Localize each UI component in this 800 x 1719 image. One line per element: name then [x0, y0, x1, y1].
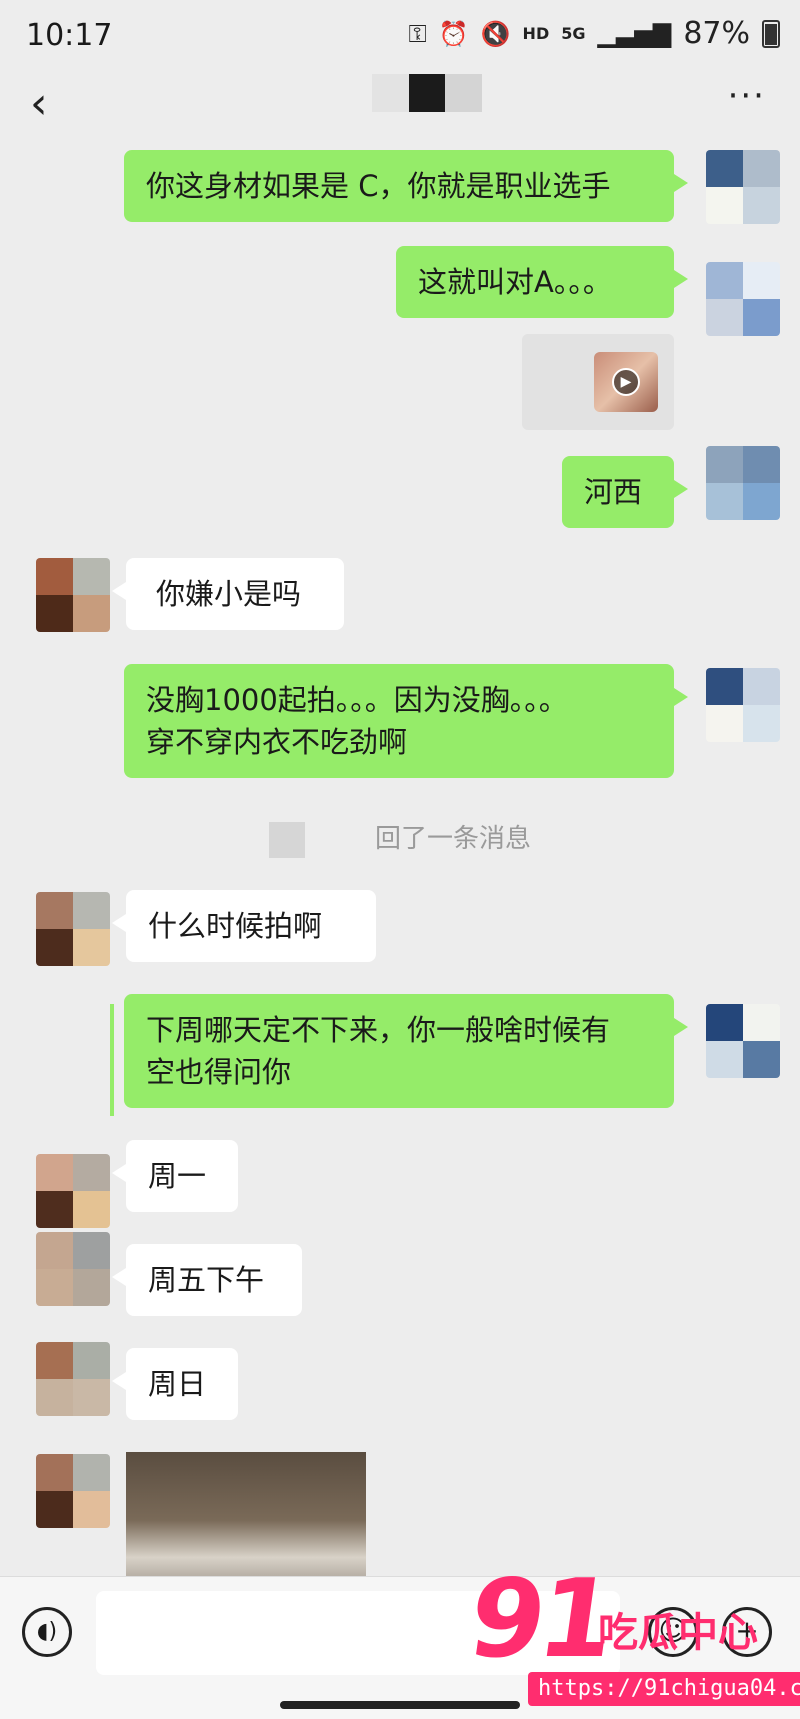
avatar[interactable] [706, 262, 780, 336]
avatar[interactable] [36, 558, 110, 632]
avatar[interactable] [706, 668, 780, 742]
status-time: 10:17 [26, 18, 113, 53]
avatar[interactable] [36, 1154, 110, 1228]
video-message[interactable]: ▶ [522, 334, 674, 430]
avatar[interactable] [36, 1454, 110, 1528]
voice-icon[interactable]: ◖) [22, 1607, 72, 1657]
message-bubble[interactable]: 周一 [112, 1140, 238, 1212]
system-message: 回了一条消息 [0, 818, 800, 858]
message-bubble[interactable]: 你这身材如果是 C，你就是职业选手 [124, 150, 688, 222]
quote-indicator [110, 1004, 114, 1116]
message-bubble[interactable]: 你嫌小是吗 [112, 558, 344, 630]
message-bubble[interactable]: 这就叫对A。。。 [396, 246, 688, 318]
chat-header: ‹ ··· [0, 70, 800, 140]
message-bubble[interactable]: 什么时候拍啊 [112, 890, 376, 962]
watermark-url: https://91chigua04.com [528, 1672, 800, 1706]
avatar[interactable] [36, 1342, 110, 1416]
home-indicator[interactable] [280, 1701, 520, 1709]
more-icon[interactable]: ··· [728, 76, 766, 116]
5g-icon: 5G [561, 24, 586, 43]
message-bubble[interactable]: 河西 [562, 456, 688, 528]
hd-icon: HD [522, 24, 550, 43]
mute-icon: 🔇 [480, 19, 511, 48]
play-icon: ▶ [612, 368, 640, 396]
message-bubble[interactable]: 周日 [112, 1348, 238, 1420]
avatar[interactable] [706, 446, 780, 520]
key-icon: ⚿ [408, 19, 427, 48]
message-bubble[interactable]: 下周哪天定不下来，你一般啥时候有 空也得问你 [124, 994, 688, 1108]
video-thumbnail: ▶ [594, 352, 658, 412]
signal-icon: ▁▃▅▇ [597, 19, 672, 48]
watermark-number: 91 [461, 1557, 618, 1682]
avatar[interactable] [706, 150, 780, 224]
status-icons: ⚿ ⏰ 🔇 HD 5G ▁▃▅▇ 87% [408, 16, 780, 51]
battery-icon [762, 19, 780, 48]
alarm-icon: ⏰ [438, 19, 469, 48]
message-bubble[interactable]: 周五下午 [112, 1244, 302, 1316]
chat-title-redacted [372, 74, 483, 112]
message-bubble[interactable]: 没胸1000起拍。。。因为没胸。。。 穿不穿内衣不吃劲啊 [124, 664, 688, 778]
system-message-text: 回了一条消息 [374, 824, 531, 854]
redacted-name [268, 821, 305, 858]
battery-percent: 87% [683, 16, 750, 51]
avatar[interactable] [706, 1004, 780, 1078]
avatar[interactable] [36, 892, 110, 966]
back-icon[interactable]: ‹ [30, 82, 48, 126]
status-bar: 10:17 ⚿ ⏰ 🔇 HD 5G ▁▃▅▇ 87% [0, 0, 800, 70]
avatar[interactable] [36, 1232, 110, 1306]
watermark-text: 吃瓜中心 [598, 1610, 758, 1656]
image-message[interactable] [126, 1452, 366, 1576]
